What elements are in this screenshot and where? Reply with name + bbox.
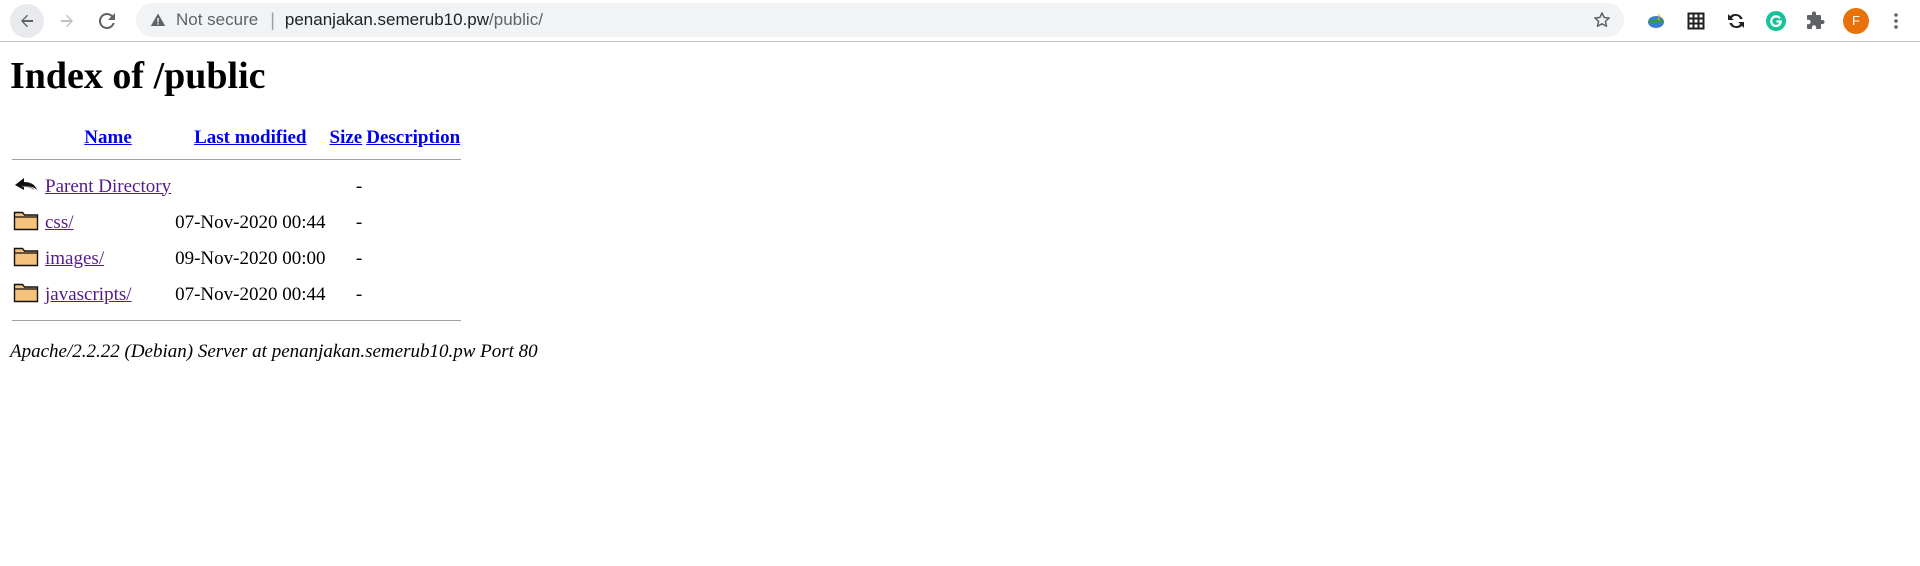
table-header-row: Name Last modified Size Description	[12, 125, 461, 151]
column-size-header: Size	[329, 125, 364, 151]
avatar: F	[1843, 7, 1869, 34]
separator-row	[12, 314, 462, 329]
back-icon[interactable]	[13, 172, 39, 196]
chrome-menu-button[interactable]	[1876, 1, 1916, 41]
parent-directory-link[interactable]: Parent Directory	[45, 176, 171, 197]
puzzle-piece-icon	[1807, 11, 1825, 29]
sync-icon	[1728, 13, 1744, 28]
extension-grammarly-button[interactable]	[1756, 1, 1796, 41]
header-icon-cell	[12, 125, 42, 151]
row-icon-cell	[12, 206, 42, 240]
row-name-cell: css/	[44, 206, 172, 240]
row-size-cell: -	[355, 211, 363, 233]
browser-toolbar: Not secure | penanjakan.semerub10.pw/pub…	[0, 0, 1920, 42]
row-description-cell	[365, 278, 461, 312]
page-title: Index of /public	[10, 55, 266, 97]
row-description-cell	[365, 206, 461, 240]
extensions-area: F	[1636, 0, 1916, 41]
folder-link-javascripts[interactable]: javascripts/	[45, 284, 132, 305]
separator-row	[12, 153, 462, 168]
folder-icon[interactable]	[13, 244, 39, 268]
table-row: images/ 09-Nov-2020 00:00 -	[12, 242, 461, 276]
row-icon-cell	[12, 242, 42, 276]
page-content: Index of /public Name Last modified Size…	[0, 54, 1920, 363]
column-name-header: Name	[44, 125, 172, 151]
extension-grid-button[interactable]	[1676, 1, 1716, 41]
security-status-label[interactable]: Not secure	[176, 10, 258, 30]
extension-globe-button[interactable]	[1636, 1, 1676, 41]
forward-button[interactable]	[50, 4, 84, 38]
sort-by-size-link[interactable]: Size	[330, 127, 363, 148]
arrow-right-icon	[61, 14, 73, 27]
reload-icon	[98, 12, 115, 29]
back-button[interactable]	[10, 3, 44, 38]
grid-icon	[1687, 12, 1705, 29]
table-row: css/ 07-Nov-2020 00:44 -	[12, 206, 461, 240]
row-description-cell	[365, 170, 461, 204]
row-name-cell: images/	[44, 242, 172, 276]
row-modified-cell: 07-Nov-2020 00:44	[175, 283, 326, 305]
url-text[interactable]: penanjakan.semerub10.pw/public/	[285, 10, 543, 30]
column-modified-header: Last modified	[174, 125, 326, 151]
folder-icon[interactable]	[13, 208, 39, 232]
row-name-cell: Parent Directory	[44, 170, 172, 204]
sort-by-name-link[interactable]: Name	[84, 127, 131, 148]
folder-link-images[interactable]: images/	[45, 248, 104, 269]
extension-sync-button[interactable]	[1716, 1, 1756, 41]
row-modified-cell	[174, 170, 326, 204]
folder-icon[interactable]	[13, 280, 39, 304]
grammarly-icon	[1766, 10, 1786, 31]
warning-icon[interactable]	[150, 12, 166, 28]
address-bar[interactable]: Not secure | penanjakan.semerub10.pw/pub…	[136, 3, 1624, 37]
divider	[12, 158, 462, 160]
directory-listing-table: Name Last modified Size Description Pare…	[10, 123, 463, 331]
profile-button[interactable]: F	[1836, 1, 1876, 41]
row-icon-cell	[12, 278, 42, 312]
reload-button[interactable]	[90, 4, 124, 38]
row-icon-cell	[12, 170, 42, 204]
table-row: javascripts/ 07-Nov-2020 00:44 -	[12, 278, 461, 312]
row-name-cell: javascripts/	[44, 278, 172, 312]
row-size-cell: -	[355, 283, 363, 305]
divider	[12, 319, 462, 321]
more-vertical-icon	[1894, 12, 1898, 29]
omnibox-divider: |	[270, 9, 275, 30]
row-size-cell: -	[355, 247, 363, 269]
bookmark-star-icon[interactable]	[1592, 10, 1612, 35]
folder-link-css[interactable]: css/	[45, 212, 74, 233]
row-size-cell: -	[355, 175, 363, 197]
arrow-left-icon	[21, 14, 33, 27]
row-modified-cell: 09-Nov-2020 00:00	[175, 247, 326, 269]
table-row: Parent Directory -	[12, 170, 461, 204]
row-modified-cell: 07-Nov-2020 00:44	[175, 211, 326, 233]
row-description-cell	[365, 242, 461, 276]
globe-download-icon	[1648, 12, 1664, 28]
sort-by-description-link[interactable]: Description	[366, 127, 460, 148]
url-host: penanjakan.semerub10.pw	[284, 10, 490, 29]
column-description-header: Description	[365, 125, 461, 151]
url-path: /public/	[489, 10, 543, 29]
extensions-button[interactable]	[1796, 1, 1836, 41]
server-signature: Apache/2.2.22 (Debian) Server at penanja…	[10, 340, 538, 362]
sort-by-modified-link[interactable]: Last modified	[194, 127, 306, 148]
